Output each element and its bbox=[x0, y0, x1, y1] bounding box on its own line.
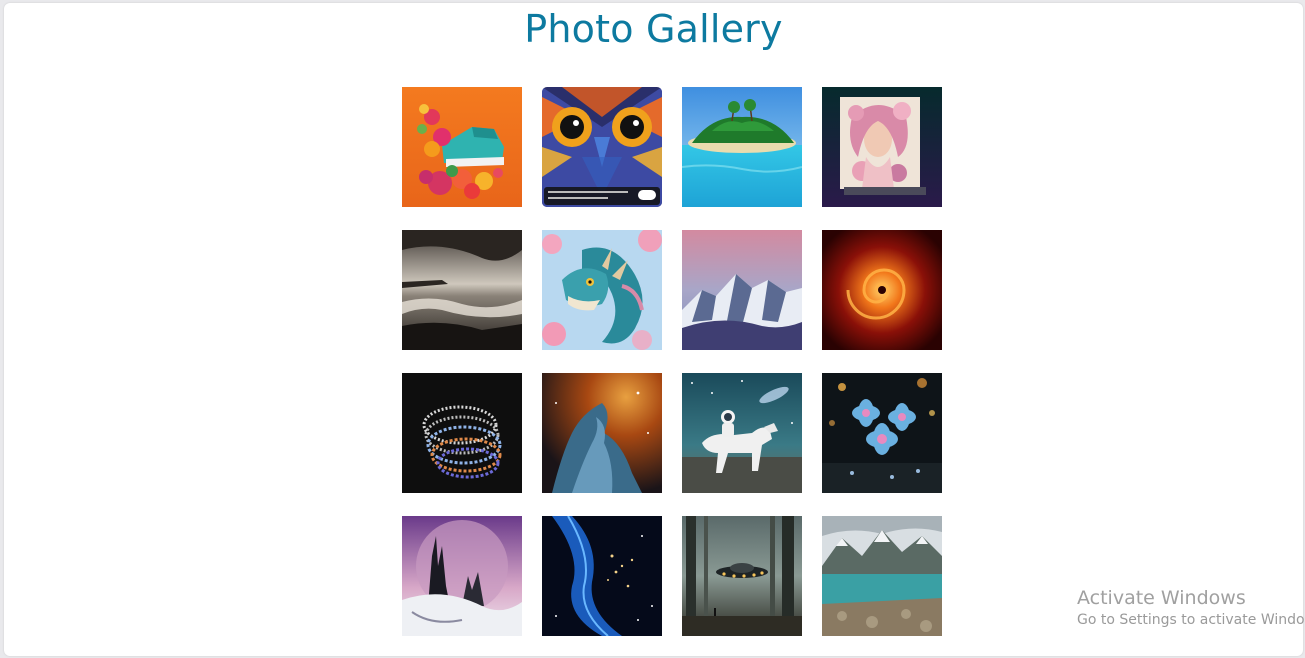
owl-image bbox=[542, 87, 662, 207]
photo-tile-fire-swirl[interactable] bbox=[822, 230, 942, 350]
page-title: Photo Gallery bbox=[524, 7, 783, 51]
photo-tile-sneaker[interactable] bbox=[402, 87, 522, 207]
floral-portrait-image bbox=[822, 87, 942, 207]
mountain-lake-image bbox=[822, 516, 942, 636]
photo-tile-nebula[interactable] bbox=[542, 373, 662, 493]
photo-tile-island[interactable] bbox=[682, 87, 802, 207]
ufo-forest-image bbox=[682, 516, 802, 636]
photo-grid bbox=[402, 87, 942, 636]
photo-tile-owl[interactable] bbox=[542, 87, 662, 207]
photo-tile-dragon[interactable] bbox=[542, 230, 662, 350]
stormy-sea-image bbox=[402, 230, 522, 350]
mountains-image bbox=[682, 230, 802, 350]
activate-windows-watermark: Activate Windows Go to Settings to activ… bbox=[1077, 587, 1305, 628]
photo-tile-portrait[interactable] bbox=[822, 87, 942, 207]
photo-tile-stormy-sea[interactable] bbox=[402, 230, 522, 350]
photo-tile-castle[interactable] bbox=[402, 516, 522, 636]
watermark-subtitle: Go to Settings to activate Windows. bbox=[1077, 612, 1305, 628]
photo-tile-lake[interactable] bbox=[822, 516, 942, 636]
photo-tile-mountains[interactable] bbox=[682, 230, 802, 350]
blue-galaxy-image bbox=[542, 516, 662, 636]
fire-swirl-image bbox=[822, 230, 942, 350]
photo-tile-ufo[interactable] bbox=[682, 516, 802, 636]
photo-tile-spiral[interactable] bbox=[402, 373, 522, 493]
fantasy-castle-image bbox=[402, 516, 522, 636]
gallery-page: Photo Gallery Activate Windows Go to Set… bbox=[4, 3, 1305, 656]
photo-tile-astronaut[interactable] bbox=[682, 373, 802, 493]
astronaut-horse-image bbox=[682, 373, 802, 493]
photo-tile-galaxy[interactable] bbox=[542, 516, 662, 636]
spiral-image bbox=[402, 373, 522, 493]
sneaker-flowers-image bbox=[402, 87, 522, 207]
nebula-image bbox=[542, 373, 662, 493]
dragon-image bbox=[542, 230, 662, 350]
photo-tile-flowers[interactable] bbox=[822, 373, 942, 493]
watermark-title: Activate Windows bbox=[1077, 587, 1246, 609]
blue-flowers-image bbox=[822, 373, 942, 493]
island-image bbox=[682, 87, 802, 207]
